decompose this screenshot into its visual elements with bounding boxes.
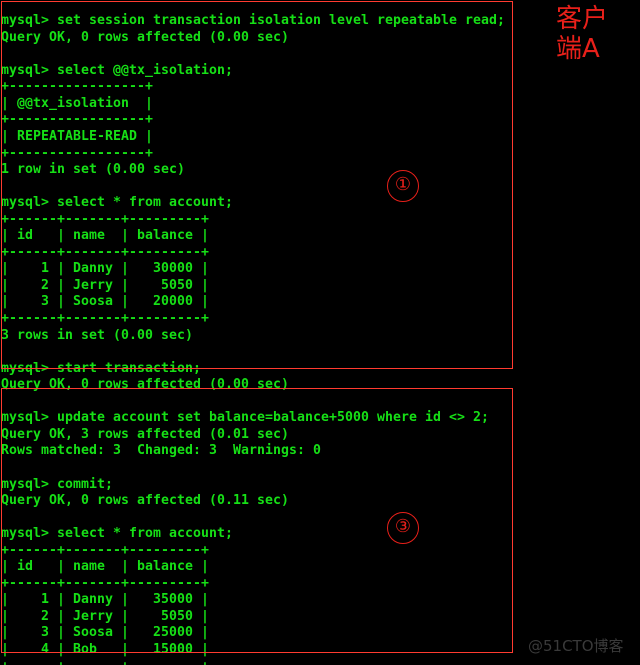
terminal-line: +------+-------+---------+ — [1, 659, 640, 665]
terminal-line: | id | name | balance | — [1, 559, 209, 575]
terminal-line: mysql> select * from account; — [1, 526, 233, 542]
terminal-line: mysql> update account set balance=balanc… — [1, 410, 489, 426]
terminal-line: mysql> select @@tx_isolation; — [1, 62, 233, 78]
client-label-line2: 端A — [556, 34, 600, 64]
terminal-line: 3 rows in set (0.00 sec) — [1, 327, 193, 343]
terminal-line: | id | name | balance | — [1, 228, 209, 244]
terminal-line: | 2 | Jerry | 5050 | — [1, 608, 209, 624]
terminal-output[interactable]: mysql> set session transaction isolation… — [0, 13, 640, 665]
client-label-line1: 客户 — [556, 4, 609, 34]
terminal-line: Query OK, 0 rows affected (0.00 sec) — [1, 29, 289, 45]
terminal-line: mysql> select * from account; — [1, 195, 233, 211]
terminal-line: +------+-------+---------+ — [1, 311, 209, 327]
terminal-line: mysql> commit; — [1, 476, 113, 492]
terminal-line: +------+-------+---------+ — [1, 542, 209, 558]
terminal-line: +------+-------+---------+ — [1, 575, 209, 591]
terminal-line: | REPEATABLE-READ | — [1, 129, 153, 145]
client-a-label: 客户 端A — [556, 4, 608, 64]
terminal-line: +-----------------+ — [1, 145, 153, 161]
terminal-line: +-----------------+ — [1, 112, 153, 128]
terminal-line: +------+-------+---------+ — [1, 244, 209, 260]
terminal-line: | 2 | Jerry | 5050 | — [1, 277, 209, 293]
terminal-line: mysql> set session transaction isolation… — [1, 13, 505, 29]
terminal-screenshot: mysql> set session transaction isolation… — [0, 0, 640, 665]
terminal-line: mysql> start transaction; — [1, 360, 201, 376]
terminal-line: | 3 | Soosa | 20000 | — [1, 294, 209, 310]
terminal-line: +------+-------+---------+ — [1, 211, 209, 227]
terminal-line: Query OK, 0 rows affected (0.00 sec) — [1, 377, 289, 393]
terminal-line: Query OK, 3 rows affected (0.01 sec) — [1, 426, 289, 442]
terminal-line: Query OK, 0 rows affected (0.11 sec) — [1, 493, 289, 509]
terminal-line: | 1 | Danny | 35000 | — [1, 592, 209, 608]
terminal-line: 1 row in set (0.00 sec) — [1, 162, 185, 178]
terminal-line: | @@tx_isolation | — [1, 95, 153, 111]
annotation-marker-1: ① — [387, 170, 419, 202]
terminal-line: | 1 | Danny | 30000 | — [1, 261, 209, 277]
terminal-line: +-----------------+ — [1, 79, 153, 95]
annotation-marker-3: ③ — [387, 512, 419, 544]
watermark: @51CTO博客 — [528, 637, 624, 655]
terminal-line: Rows matched: 3 Changed: 3 Warnings: 0 — [1, 443, 321, 459]
